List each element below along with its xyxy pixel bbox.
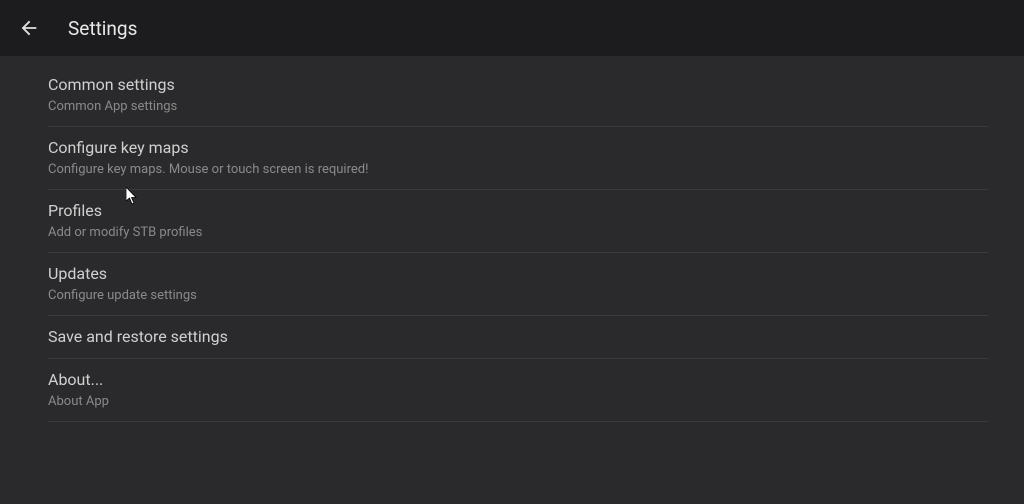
settings-item-save-restore[interactable]: Save and restore settings [48, 316, 988, 359]
back-arrow-icon[interactable] [18, 17, 40, 39]
settings-item-updates[interactable]: Updates Configure update settings [48, 253, 988, 316]
settings-item-common[interactable]: Common settings Common App settings [48, 64, 988, 127]
item-subtitle: Common App settings [48, 98, 988, 116]
settings-item-about[interactable]: About... About App [48, 359, 988, 422]
settings-item-profiles[interactable]: Profiles Add or modify STB profiles [48, 190, 988, 253]
settings-item-keymaps[interactable]: Configure key maps Configure key maps. M… [48, 127, 988, 190]
page-title: Settings [68, 17, 137, 40]
item-subtitle: Add or modify STB profiles [48, 224, 988, 242]
settings-list: Common settings Common App settings Conf… [0, 56, 1024, 422]
item-subtitle: About App [48, 393, 988, 411]
item-title: Save and restore settings [48, 326, 988, 348]
item-subtitle: Configure key maps. Mouse or touch scree… [48, 161, 988, 179]
item-title: Configure key maps [48, 137, 988, 159]
app-header: Settings [0, 0, 1024, 56]
item-title: About... [48, 369, 988, 391]
item-subtitle: Configure update settings [48, 287, 988, 305]
item-title: Common settings [48, 74, 988, 96]
item-title: Profiles [48, 200, 988, 222]
item-title: Updates [48, 263, 988, 285]
